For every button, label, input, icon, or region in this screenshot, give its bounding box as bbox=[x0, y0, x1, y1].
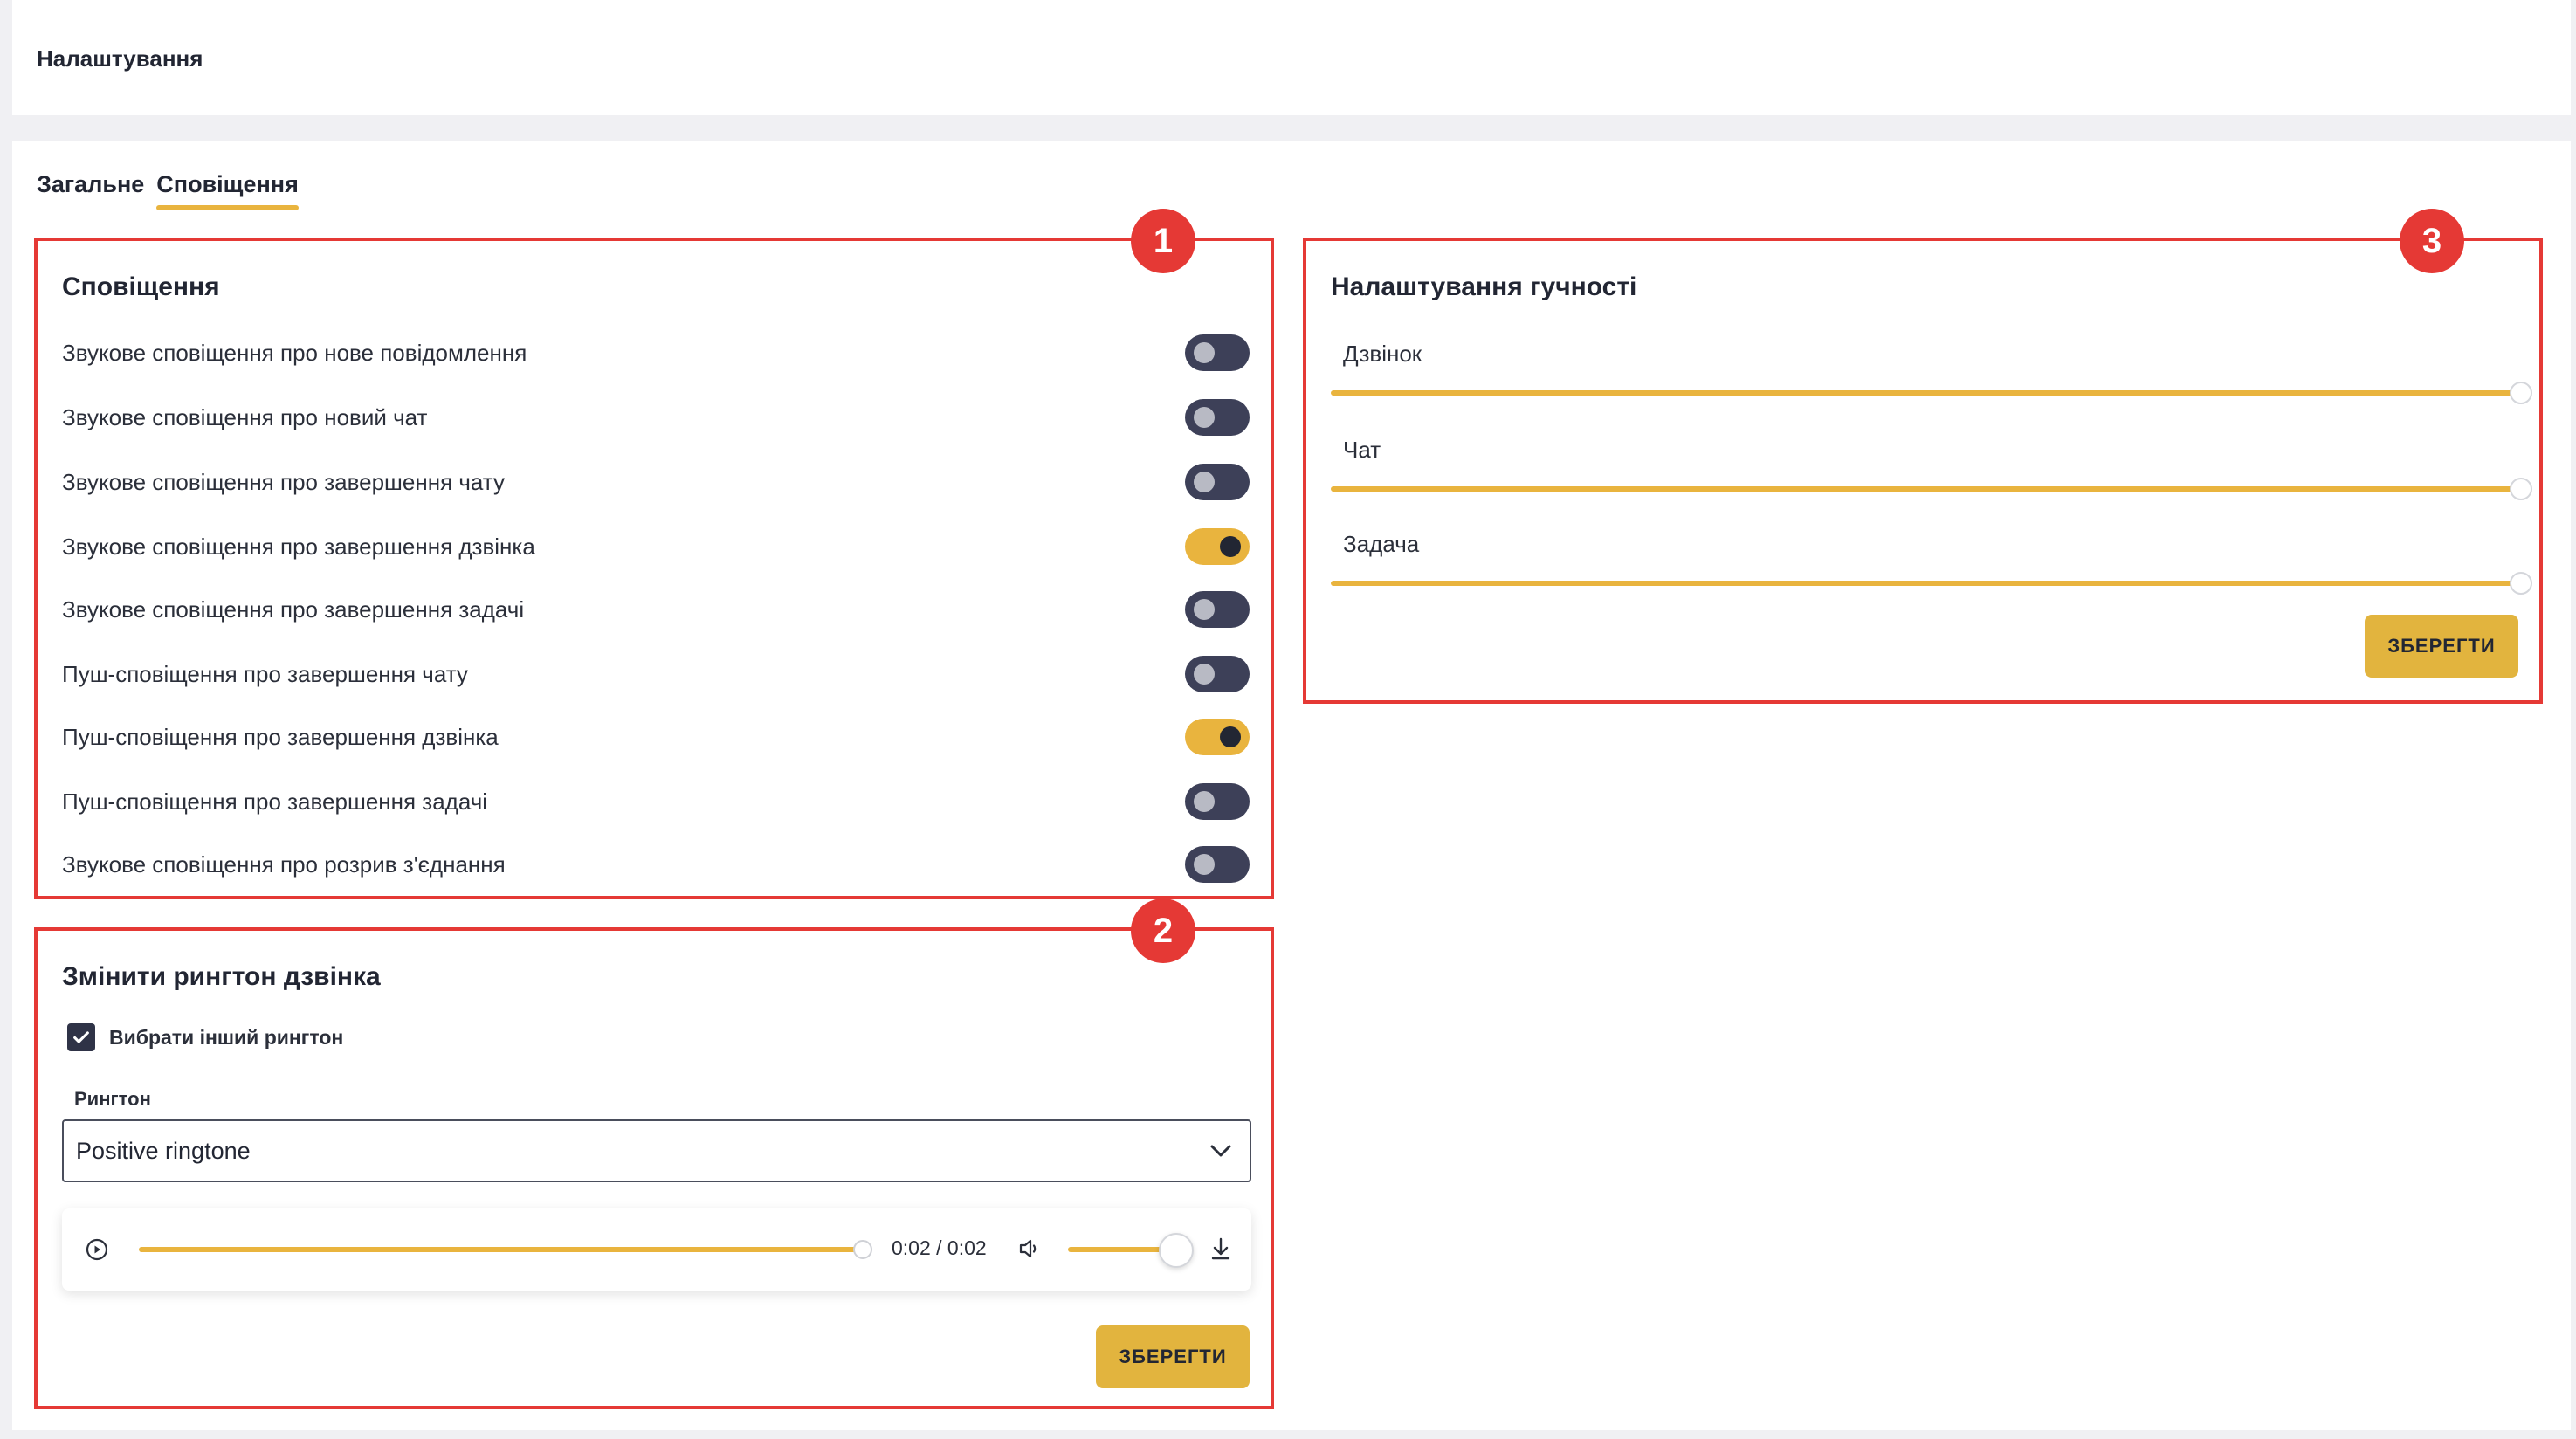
toggle-knob bbox=[1220, 726, 1241, 747]
custom-ringtone-option: Вибрати інший рингтон bbox=[67, 1023, 343, 1051]
notification-label: Звукове сповіщення про завершення дзвінк… bbox=[62, 533, 535, 560]
notification-label: Звукове сповіщення про розрив з'єднання bbox=[62, 850, 506, 878]
notification-row: Пуш-сповіщення про завершення задачі bbox=[62, 781, 1250, 823]
volume-label-call: Дзвінок bbox=[1343, 341, 1422, 367]
page-title: Налаштування bbox=[37, 45, 203, 72]
play-icon[interactable] bbox=[85, 1237, 109, 1262]
annotation-badge-1: 1 bbox=[1131, 209, 1195, 273]
toggle-knob bbox=[1194, 407, 1215, 428]
audio-player: 0:02 / 0:02 bbox=[62, 1208, 1251, 1291]
ringtone-select-value: Positive ringtone bbox=[76, 1137, 251, 1164]
volume-title: Налаштування гучності bbox=[1331, 272, 1637, 301]
notification-row: Звукове сповіщення про розрив з'єднання bbox=[62, 843, 1250, 885]
toggle-knob bbox=[1194, 599, 1215, 620]
toggle-knob bbox=[1194, 342, 1215, 363]
chevron-down-icon bbox=[1210, 1145, 1231, 1157]
notification-label: Звукове сповіщення про нове повідомлення bbox=[62, 339, 527, 366]
notification-toggle[interactable] bbox=[1185, 846, 1250, 883]
notification-toggle[interactable] bbox=[1185, 399, 1250, 436]
volume-thumb-chat[interactable] bbox=[2510, 478, 2532, 500]
playback-progress-track[interactable] bbox=[139, 1247, 864, 1252]
volume-label-chat: Чат bbox=[1343, 437, 1381, 463]
toggle-knob bbox=[1194, 854, 1215, 875]
annotation-badge-3: 3 bbox=[2400, 209, 2464, 273]
toggle-knob bbox=[1194, 472, 1215, 492]
notification-label: Пуш-сповіщення про завершення дзвінка bbox=[62, 723, 499, 750]
volume-icon[interactable] bbox=[1016, 1235, 1043, 1263]
ringtone-select[interactable]: Positive ringtone bbox=[62, 1119, 1251, 1182]
page-header: Налаштування bbox=[12, 0, 2571, 115]
notification-row: Звукове сповіщення про завершення чату bbox=[62, 461, 1250, 503]
notification-row: Звукове сповіщення про нове повідомлення bbox=[62, 332, 1250, 374]
toggle-knob bbox=[1194, 664, 1215, 685]
notification-toggle[interactable] bbox=[1185, 719, 1250, 755]
playback-time: 0:02 / 0:02 bbox=[892, 1236, 987, 1259]
notification-label: Звукове сповіщення про новий чат bbox=[62, 403, 428, 430]
notification-toggle[interactable] bbox=[1185, 528, 1250, 565]
volume-section: 3 Налаштування гучності Дзвінок Чат Зада… bbox=[1303, 209, 2543, 704]
toggle-knob bbox=[1194, 791, 1215, 812]
volume-thumb-task[interactable] bbox=[2510, 572, 2532, 595]
notification-row: Звукове сповіщення про завершення задачі bbox=[62, 589, 1250, 630]
notification-row: Звукове сповіщення про завершення дзвінк… bbox=[62, 526, 1250, 568]
settings-panel: Загальне Сповіщення 1 Сповіщення Звукове… bbox=[12, 141, 2571, 1430]
player-volume-thumb[interactable] bbox=[1159, 1233, 1194, 1268]
volume-slider-chat[interactable] bbox=[1331, 486, 2520, 492]
notification-toggle[interactable] bbox=[1185, 591, 1250, 628]
toggle-knob bbox=[1220, 536, 1241, 557]
annotation-badge-2: 2 bbox=[1131, 899, 1195, 963]
notification-row: Пуш-сповіщення про завершення чату bbox=[62, 653, 1250, 695]
custom-ringtone-label: Вибрати інший рингтон bbox=[109, 1025, 344, 1049]
notification-toggle[interactable] bbox=[1185, 656, 1250, 692]
volume-label-task: Задача bbox=[1343, 531, 1420, 557]
checkmark-icon bbox=[73, 1031, 89, 1043]
notification-label: Пуш-сповіщення про завершення задачі bbox=[62, 788, 488, 815]
notification-label: Пуш-сповіщення про завершення чату bbox=[62, 660, 468, 687]
notification-label: Звукове сповіщення про завершення чату bbox=[62, 468, 505, 495]
tab-notifications[interactable]: Сповіщення bbox=[156, 171, 299, 210]
ringtone-title: Змінити рингтон дзвінка bbox=[62, 962, 381, 991]
notifications-section: 1 Сповіщення Звукове сповіщення про нове… bbox=[34, 209, 1274, 899]
volume-thumb-call[interactable] bbox=[2510, 382, 2532, 404]
notification-toggle[interactable] bbox=[1185, 464, 1250, 500]
custom-ringtone-checkbox[interactable] bbox=[67, 1023, 95, 1051]
ringtone-section: 2 Змінити рингтон дзвінка Вибрати інший … bbox=[34, 899, 1274, 1409]
volume-save-button[interactable]: ЗБЕРЕГТИ bbox=[2365, 615, 2518, 678]
notification-toggle[interactable] bbox=[1185, 334, 1250, 371]
tab-general[interactable]: Загальне bbox=[37, 171, 144, 210]
volume-slider-call[interactable] bbox=[1331, 390, 2520, 396]
notification-row: Звукове сповіщення про новий чат bbox=[62, 396, 1250, 438]
notification-row: Пуш-сповіщення про завершення дзвінка bbox=[62, 716, 1250, 758]
ringtone-save-button[interactable]: ЗБЕРЕГТИ bbox=[1096, 1325, 1250, 1388]
playback-progress-thumb[interactable] bbox=[853, 1240, 872, 1259]
tab-bar: Загальне Сповіщення bbox=[37, 171, 299, 210]
notifications-title: Сповіщення bbox=[62, 272, 220, 301]
notification-label: Звукове сповіщення про завершення задачі bbox=[62, 596, 525, 623]
volume-slider-task[interactable] bbox=[1331, 581, 2520, 586]
notification-toggle[interactable] bbox=[1185, 783, 1250, 820]
ringtone-select-label: Рингтон bbox=[74, 1088, 151, 1110]
download-icon[interactable] bbox=[1208, 1235, 1234, 1263]
